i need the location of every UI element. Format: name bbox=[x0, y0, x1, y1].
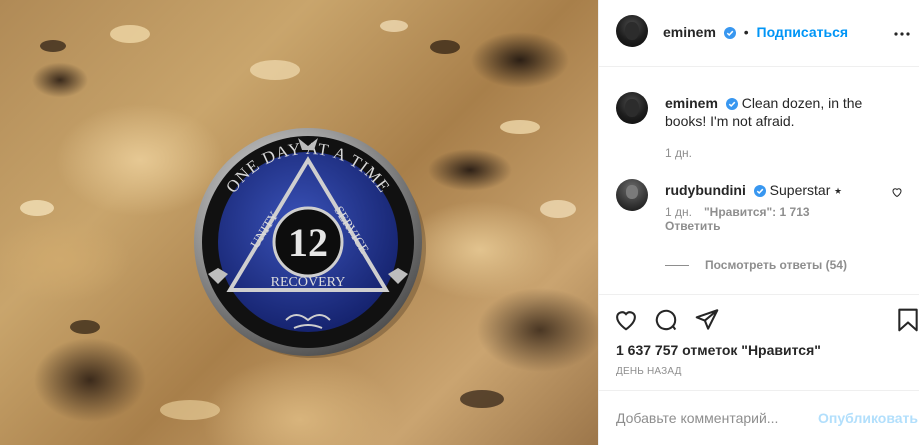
coin-number: 12 bbox=[288, 220, 328, 265]
caption-author-avatar[interactable] bbox=[616, 92, 648, 124]
reply-button[interactable]: Ответить bbox=[665, 219, 720, 233]
likes-count[interactable]: 1 637 757 отметок "Нравится" bbox=[616, 342, 821, 358]
follow-button[interactable]: Подписаться bbox=[757, 24, 849, 40]
add-comment-bar: Добавьте комментарий... Опубликовать bbox=[599, 390, 919, 445]
comment-likes[interactable]: "Нравится": 1 713 bbox=[704, 205, 810, 219]
more-horizontal-icon[interactable] bbox=[890, 22, 914, 46]
verified-badge-icon bbox=[753, 185, 766, 197]
action-bar bbox=[599, 307, 919, 333]
view-replies-label[interactable]: Посмотреть ответы (54) bbox=[705, 258, 847, 272]
comment-input[interactable]: Добавьте комментарий... bbox=[616, 410, 778, 426]
post-date[interactable]: ДЕНЬ НАЗАД bbox=[616, 366, 682, 377]
post-header: eminem • Подписаться bbox=[599, 0, 919, 67]
sobriety-coin: ONE DAY AT A TIME 12 UNITY SERVICE RECOV… bbox=[194, 128, 426, 358]
replies-divider bbox=[665, 264, 689, 266]
heart-outline-icon[interactable] bbox=[613, 307, 639, 333]
commenter-username[interactable]: rudybundini bbox=[665, 182, 746, 198]
verified-badge-icon bbox=[723, 27, 736, 39]
paper-plane-icon[interactable] bbox=[694, 307, 720, 333]
comment-text: Superstar ⭑ bbox=[769, 182, 842, 198]
separator-dot: • bbox=[743, 24, 749, 40]
view-replies[interactable]: Посмотреть ответы (54) bbox=[665, 258, 847, 272]
verified-badge-icon bbox=[725, 98, 738, 110]
publish-button[interactable]: Опубликовать bbox=[818, 410, 918, 426]
comment-bubble-icon[interactable] bbox=[653, 307, 679, 333]
caption-time[interactable]: 1 дн. bbox=[665, 144, 880, 162]
comments-section: eminem Clean dozen, in the books! I'm no… bbox=[599, 68, 919, 295]
post-sidebar: eminem • Подписаться eminem Clean dozen,… bbox=[598, 0, 919, 445]
author-avatar[interactable] bbox=[616, 15, 648, 47]
commenter-avatar[interactable] bbox=[616, 179, 648, 211]
comment-like-heart-icon[interactable] bbox=[891, 186, 903, 198]
instagram-post: ONE DAY AT A TIME 12 UNITY SERVICE RECOV… bbox=[0, 0, 919, 445]
author-username[interactable]: eminem bbox=[663, 24, 716, 40]
post-image[interactable]: ONE DAY AT A TIME 12 UNITY SERVICE RECOV… bbox=[0, 0, 598, 445]
caption-author-username[interactable]: eminem bbox=[665, 95, 718, 111]
bookmark-icon[interactable] bbox=[895, 307, 919, 333]
coin-bottom-text: RECOVERY bbox=[271, 275, 346, 290]
comment-time[interactable]: 1 дн. bbox=[665, 205, 692, 219]
